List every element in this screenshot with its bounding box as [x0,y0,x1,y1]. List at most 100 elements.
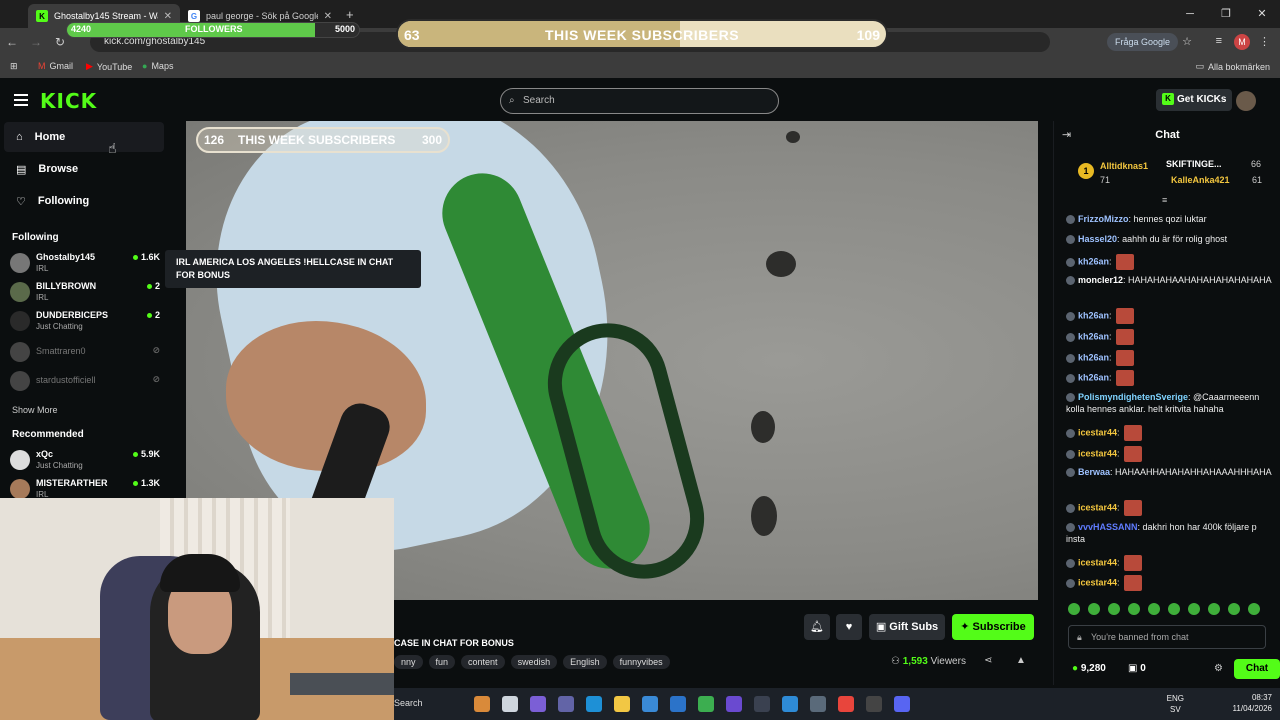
emote[interactable] [1128,603,1140,615]
app-icon[interactable] [782,696,798,712]
leader-name[interactable]: Alltidknas1 [1100,161,1148,171]
chat-username[interactable]: moncler12 [1078,275,1123,285]
app-icon[interactable] [754,696,770,712]
all-bookmarks[interactable]: ▭ Alla bokmärken [1195,61,1270,72]
emote[interactable] [1168,603,1180,615]
nav-following[interactable]: ♡ Following [4,186,164,216]
tag[interactable]: fun [428,655,456,669]
star-icon[interactable]: ☆ [1182,35,1192,48]
gear-icon[interactable]: ⚙ [1214,663,1223,674]
emote[interactable] [1208,603,1220,615]
close-window-icon[interactable]: ✕ [1244,0,1280,28]
bookmark-gmail[interactable]: M Gmail [38,61,73,71]
chat-username[interactable]: PolismyndighetenSverige [1078,392,1188,402]
bookmark-youtube[interactable]: ▶ YouTube [86,61,132,72]
chat-input-banned[interactable]: 🔒︎ You're banned from chat [1068,625,1266,649]
chat-username[interactable]: kh26an [1078,310,1109,320]
app-icon[interactable] [726,696,742,712]
emote[interactable] [1108,603,1120,615]
emote[interactable] [1088,603,1100,615]
chat-username[interactable]: Hassel20 [1078,234,1117,244]
share-icon[interactable]: ⋖ [984,655,992,666]
follow-heart-button[interactable]: ♥ [836,614,862,640]
report-icon[interactable]: ▲ [1016,655,1026,666]
channel-ghostalby145[interactable]: Ghostalby145 IRL 1.6K [10,250,160,276]
chat-username[interactable]: icestar44 [1078,448,1117,458]
subscribe-button[interactable]: ✦ Subscribe [952,614,1034,640]
language-indicator[interactable]: ENG SV [1167,693,1184,715]
chat-username[interactable]: icestar44 [1078,427,1117,437]
new-tab-icon[interactable]: + [346,7,354,22]
close-tab-icon[interactable]: ✕ [164,11,172,22]
outlook-icon[interactable] [670,696,686,712]
app-icon[interactable] [810,696,826,712]
emote[interactable] [1248,603,1260,615]
discord-icon[interactable] [894,696,910,712]
tag[interactable]: English [563,655,607,669]
copilot-icon[interactable] [530,696,546,712]
chat-username[interactable]: kh26an [1078,256,1109,266]
channel-smattraren0[interactable]: Smattraren0 ⊘ [10,339,160,365]
back-icon[interactable]: ← [0,35,24,49]
tag[interactable]: swedish [510,655,558,669]
leader-name[interactable]: SKIFTINGE... [1166,159,1222,169]
expand-icon[interactable]: ≡ [1162,195,1167,205]
chat-username[interactable]: icestar44 [1078,502,1117,512]
tag[interactable]: content [461,655,505,669]
emote-image [1124,446,1143,462]
edge-icon[interactable] [586,696,602,712]
user-avatar[interactable] [1236,91,1256,111]
close-tab-icon[interactable]: ✕ [324,11,332,22]
chat-username[interactable]: icestar44 [1078,557,1117,567]
chat-username[interactable]: kh26an [1078,372,1109,382]
app-icon[interactable] [698,696,714,712]
profile-avatar[interactable]: M [1234,34,1250,50]
chat-username[interactable]: icestar44 [1078,577,1117,587]
bookmark-maps[interactable]: ● Maps [142,61,173,71]
app-icon[interactable] [866,696,882,712]
explorer-icon[interactable] [614,696,630,712]
maximize-icon[interactable]: ❐ [1208,0,1244,28]
search-input[interactable]: ⌕ Search [500,88,779,114]
show-more-link[interactable]: Show More [12,405,58,415]
emote[interactable] [1148,603,1160,615]
channel-billybrown[interactable]: BILLYBROWN IRL 2 [10,279,160,305]
channel-dunderbiceps[interactable]: DUNDERBICEPS Just Chatting 2 [10,308,160,334]
emote-image [1116,329,1135,345]
get-kicks-button[interactable]: K Get KICKs [1156,89,1233,111]
chat-username[interactable]: vvvHASSANN [1078,522,1138,532]
menu-dots-icon[interactable]: ⋮ [1259,35,1270,48]
chrome-icon[interactable] [838,696,854,712]
nav-home[interactable]: ⌂ Home [4,122,164,152]
leader-name[interactable]: KalleAnka421 [1171,175,1230,185]
notify-bell-button[interactable]: 🔔︎ [804,614,830,640]
channel-xqc[interactable]: xQc Just Chatting 5.9K [10,447,160,473]
channel-stardustofficiell[interactable]: stardustofficiell ⊘ [10,368,160,394]
menu-icon[interactable] [14,94,28,106]
tag[interactable]: nny [394,655,423,669]
nav-browse[interactable]: ▤ Browse [4,154,164,184]
chat-send-button[interactable]: Chat [1234,659,1280,679]
kick-logo[interactable]: KICK [40,89,97,113]
tag[interactable]: funnyvibes [612,655,670,669]
minimize-icon[interactable]: ─ [1172,0,1208,28]
chat-username[interactable]: kh26an [1078,352,1109,362]
emote[interactable] [1188,603,1200,615]
chat-username[interactable]: Berwaa [1078,467,1110,477]
reading-list-icon[interactable]: ≡ [1216,35,1222,47]
chat-username[interactable]: kh26an [1078,331,1109,341]
clock[interactable]: 08:37 11/04/2026 [1233,692,1272,714]
chat-username[interactable]: FrizzoMizzo [1078,214,1129,224]
emote[interactable] [1068,603,1080,615]
emote[interactable] [1228,603,1240,615]
store-icon[interactable] [642,696,658,712]
apps-icon[interactable]: ⊞ [10,61,18,72]
gift-subs-button[interactable]: ▣ Gift Subs [869,614,945,640]
teams-icon[interactable] [558,696,574,712]
task-view-icon[interactable] [502,696,518,712]
widget-icon[interactable] [474,696,490,712]
taskbar-search[interactable]: Search [394,698,423,708]
forward-icon[interactable]: → [24,35,48,49]
reload-icon[interactable]: ↻ [48,35,72,49]
ask-google-button[interactable]: Fråga Google [1106,33,1178,51]
